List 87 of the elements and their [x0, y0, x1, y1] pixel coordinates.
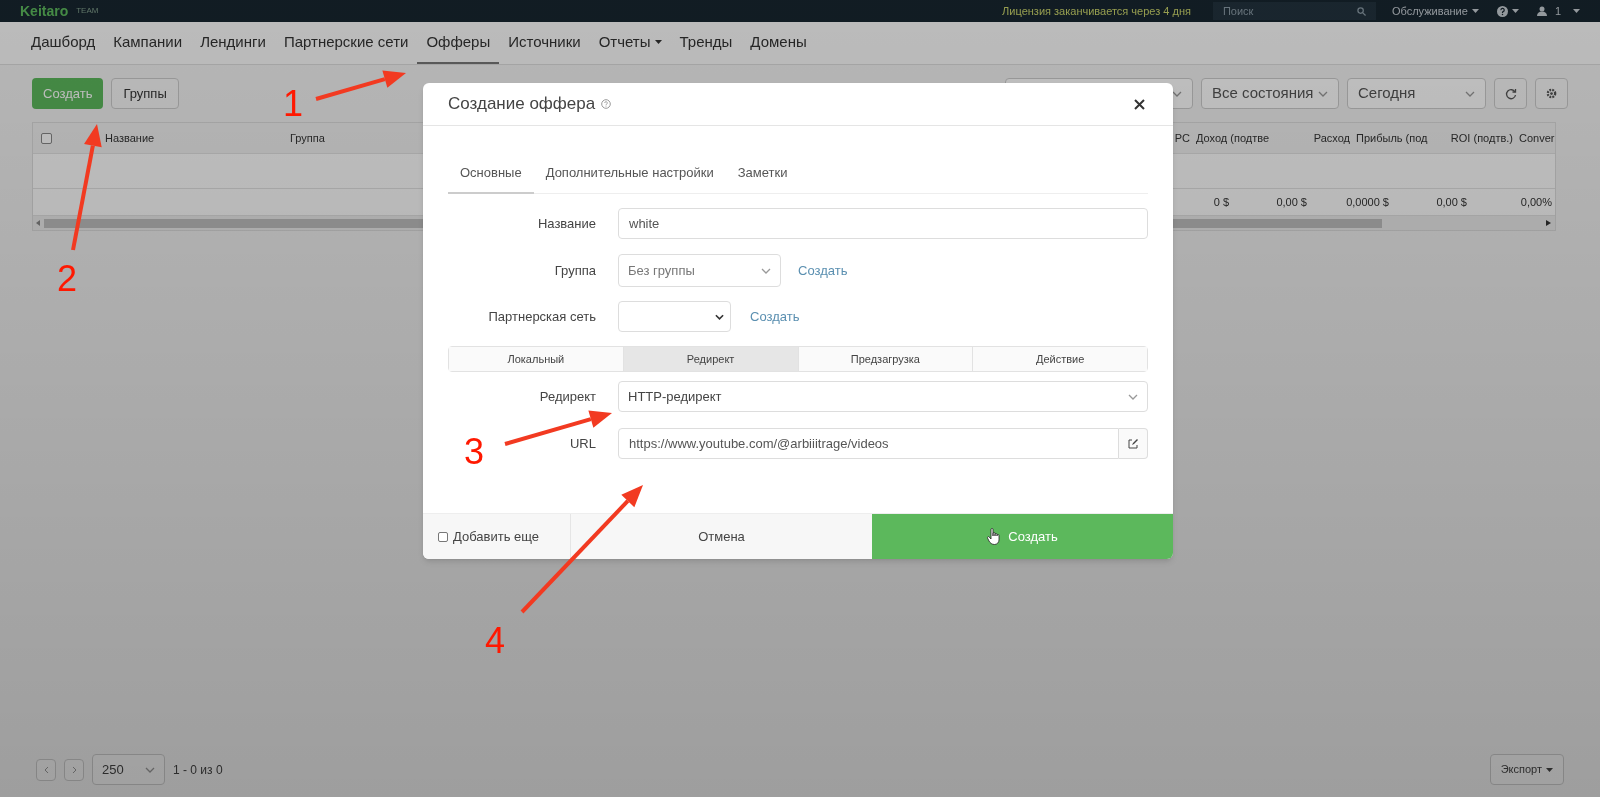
export-button[interactable]: Экспорт — [1489, 754, 1564, 785]
refresh-button[interactable] — [1494, 78, 1527, 109]
nav-link[interactable]: Офферы — [417, 22, 500, 64]
nav-link[interactable]: Источники — [499, 22, 590, 64]
column-header[interactable]: Название — [103, 129, 288, 147]
caret-icon — [1471, 9, 1479, 13]
segment-button[interactable]: Предзагрузка — [798, 347, 974, 371]
settings-icon — [1546, 88, 1557, 99]
table-cell-text: 0,00 $ — [1275, 194, 1308, 210]
nav-link[interactable]: Лендинги — [191, 22, 275, 64]
chevron-right-icon — [71, 765, 77, 774]
scroll-right-icon[interactable] — [1546, 220, 1551, 226]
service-menu[interactable]: Обслуживание — [1391, 2, 1479, 20]
annotation-number: 4 — [485, 620, 505, 661]
groups-button[interactable]: Группы — [111, 78, 179, 109]
table-cell-text: 0,0000 $ — [1345, 194, 1390, 210]
license-notice: Лицензия заканчивается через 4 дня — [1002, 3, 1191, 19]
url-input[interactable]: https://www.youtube.com/@arbiiitrage/videos — [618, 428, 1119, 459]
table-cell-text: 0 $ — [1212, 194, 1230, 210]
help-icon — [601, 99, 612, 109]
filter-select[interactable]: Все состояния — [1201, 78, 1339, 109]
field-label: Партнерская сеть — [488, 308, 596, 324]
hand-cursor-icon — [987, 528, 1001, 545]
column-header[interactable]: Доход (подтве — [1192, 129, 1270, 147]
cancel-button[interactable]: Отмена — [571, 514, 872, 559]
annotation-number: 1 — [283, 83, 303, 124]
help-icon — [1496, 5, 1508, 17]
chevron-down-icon — [715, 313, 724, 320]
create-group-link[interactable]: Создать — [798, 260, 848, 281]
settings-button[interactable] — [1535, 78, 1568, 109]
field-label: Группа — [554, 262, 596, 278]
page-range: 1 - 0 из 0 — [173, 761, 223, 779]
chevron-down-icon — [145, 766, 155, 773]
table-cell-text: 0,00% — [1519, 194, 1553, 210]
field-label: URL — [570, 435, 596, 451]
nav-link[interactable]: Домены — [741, 22, 816, 64]
page-size-select[interactable]: 250 — [92, 754, 165, 785]
segment-button[interactable]: Действие — [973, 347, 1147, 371]
group-select[interactable]: Без группы — [618, 254, 781, 287]
column-header[interactable]: Группа — [288, 129, 388, 147]
close-button[interactable] — [1134, 97, 1148, 111]
tab[interactable]: Заметки — [725, 154, 800, 194]
nav-link[interactable]: Тренды — [670, 22, 742, 64]
caret-icon — [1573, 9, 1580, 13]
caret-icon — [1546, 767, 1553, 772]
logo: Keitaro — [20, 1, 69, 21]
name-input[interactable]: white — [618, 208, 1148, 239]
edition-label: TEAM — [76, 5, 99, 17]
edit-icon — [1128, 438, 1138, 449]
redirect-select[interactable]: HTTP-редирект — [618, 381, 1148, 412]
chevron-left-icon — [43, 765, 49, 774]
column-header[interactable]: Conver — [1515, 129, 1555, 147]
nav-link[interactable]: Дашборд — [22, 22, 105, 64]
annotation-number: 3 — [464, 431, 484, 472]
create-network-link[interactable]: Создать — [750, 306, 800, 327]
chevron-down-icon — [761, 267, 771, 274]
close-icon — [1134, 98, 1145, 110]
filter-select[interactable]: Сегодня — [1347, 78, 1486, 109]
nav-link[interactable]: Отчеты — [589, 22, 671, 64]
tab[interactable]: Основные — [448, 154, 534, 194]
nav-link[interactable]: Партнерские сети — [274, 22, 418, 64]
add-more-checkbox[interactable]: Добавить еще — [423, 514, 571, 559]
field-label: Редирект — [539, 388, 596, 404]
refresh-icon — [1504, 87, 1517, 100]
column-header[interactable]: Прибыль (под — [1352, 129, 1430, 147]
caret-icon — [1511, 9, 1519, 13]
segment-button[interactable]: Редирект — [623, 347, 799, 371]
search-icon — [1356, 7, 1366, 16]
tab[interactable]: Дополнительные настройки — [533, 154, 726, 194]
chevron-down-icon — [1318, 90, 1328, 97]
table-cell-text: 0,00 $ — [1435, 194, 1468, 210]
scroll-left-icon[interactable] — [36, 220, 41, 226]
column-header[interactable]: Расход — [1270, 129, 1352, 147]
segment-button[interactable]: Локальный — [449, 347, 624, 371]
select-all-checkbox[interactable] — [41, 132, 52, 144]
annotation-number: 2 — [57, 258, 77, 299]
nav-link[interactable]: Кампании — [104, 22, 192, 64]
field-label: Название — [537, 215, 596, 231]
chevron-down-icon — [1128, 393, 1138, 400]
user-menu[interactable]: 1 — [1536, 2, 1580, 20]
user-icon — [1536, 6, 1547, 16]
edit-button[interactable] — [1119, 428, 1148, 459]
search-field[interactable]: Поиск — [1212, 2, 1376, 20]
help-menu[interactable] — [1496, 5, 1519, 17]
column-header[interactable]: ROI (подтв.) — [1430, 129, 1515, 147]
chevron-down-icon — [1465, 90, 1475, 97]
modal-title: Создание оффера — [448, 93, 596, 116]
